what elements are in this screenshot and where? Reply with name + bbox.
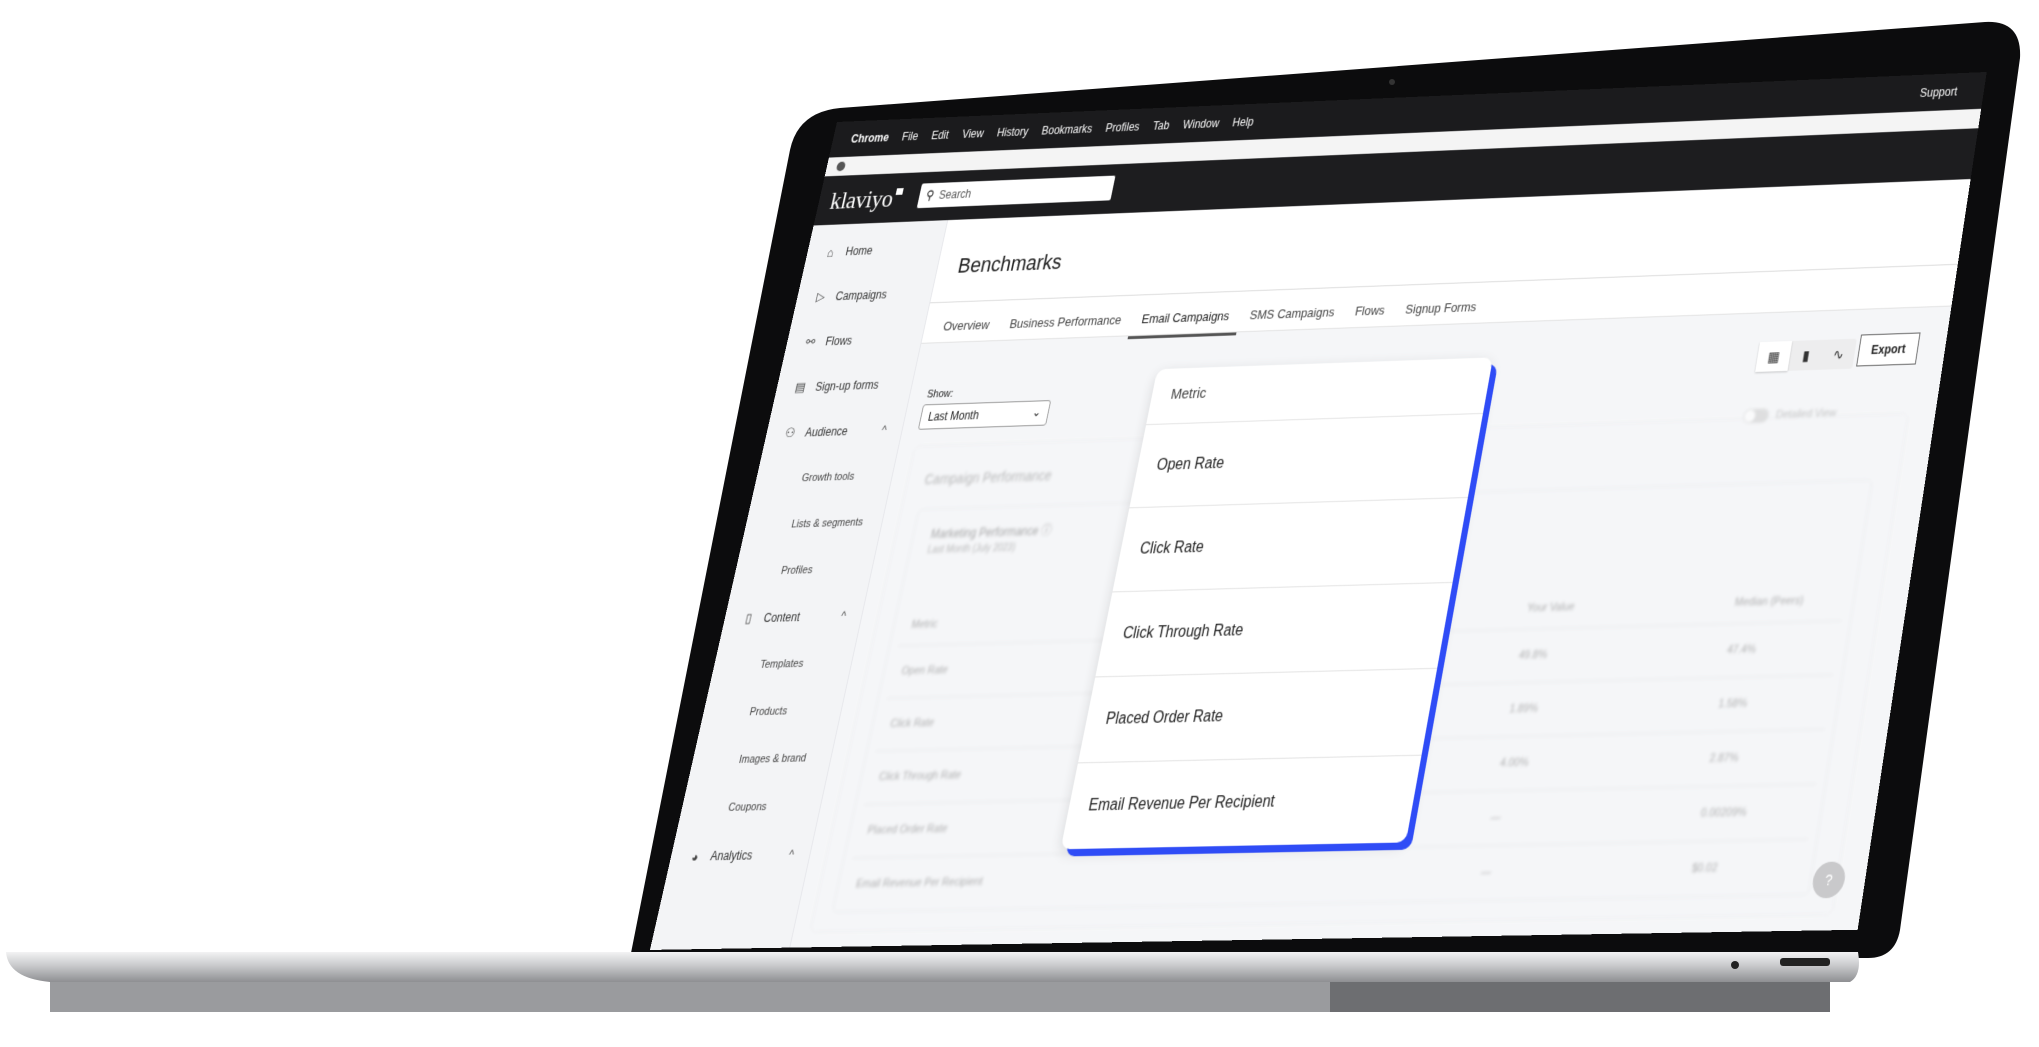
bar-chart-icon[interactable]: ▮	[1787, 340, 1824, 371]
detailed-view-label: Detailed View	[1774, 407, 1838, 422]
table-header: Median (Peers)	[1733, 594, 1805, 609]
sidebar-item-label: Profiles	[779, 564, 814, 578]
dropdown-option[interactable]: Open Rate	[1129, 412, 1484, 508]
sidebar-item-label: Content	[762, 610, 802, 626]
chevron-up-icon[interactable]: ^	[840, 609, 848, 623]
tab-overview[interactable]: Overview	[929, 311, 1002, 346]
view-toggle: ▦ ▮ ∿	[1755, 338, 1857, 372]
send-icon: ▷	[815, 289, 827, 304]
sidebar-item-sign-up-forms[interactable]: ▤ Sign-up forms	[774, 369, 915, 403]
table-cell: —	[1479, 866, 1493, 879]
sidebar-item-label: Audience	[803, 424, 850, 440]
line-chart-icon[interactable]: ∿	[1820, 339, 1857, 370]
tab-business-performance[interactable]: Business Performance	[995, 306, 1134, 344]
table-cell: $0.02	[1690, 861, 1719, 875]
sidebar-item-label: Coupons	[727, 800, 768, 814]
camera-icon	[1389, 79, 1395, 85]
table-cell: Open Rate	[900, 664, 950, 678]
form-icon: ▤	[793, 379, 808, 395]
show-label: Show:	[925, 387, 955, 401]
menu-history[interactable]: History	[996, 125, 1030, 140]
table-cell: 2.87%	[1708, 751, 1740, 765]
sidebar-item-label: Lists & segments	[790, 516, 865, 531]
support-link[interactable]: Support	[1919, 85, 1958, 100]
sidebar-item-flows[interactable]: ⚯ Flows	[784, 324, 925, 358]
klaviyo-logo[interactable]: klaviyo	[827, 185, 896, 216]
search-placeholder: Search	[937, 187, 973, 202]
sidebar-item-label: Growth tools	[800, 470, 856, 485]
table-cell: 4.00%	[1499, 756, 1530, 770]
window-dot-icon[interactable]	[835, 161, 847, 172]
sidebar-item-home[interactable]: ⌂ Home	[804, 233, 944, 267]
table-cell: Placed Order Rate	[866, 822, 949, 837]
table-cell: —	[1489, 811, 1502, 825]
chevron-up-icon[interactable]: ^	[880, 423, 888, 437]
menu-profiles[interactable]: Profiles	[1104, 120, 1140, 135]
card-title: Campaign Performance	[923, 467, 1054, 488]
dropdown-option[interactable]: Click Rate	[1112, 496, 1468, 592]
home-icon: ⌂	[825, 244, 836, 260]
sidebar-item-label: Campaigns	[834, 287, 889, 304]
laptop-base	[6, 952, 1859, 982]
app-screen: Chrome File Edit View History Bookmarks …	[649, 71, 1987, 950]
pie-chart-icon: ◕	[690, 848, 701, 865]
toggle-switch[interactable]	[1742, 408, 1770, 424]
sidebar-item-label: Templates	[758, 657, 805, 671]
table-cell: Click Through Rate	[877, 769, 963, 784]
menu-view[interactable]: View	[961, 127, 985, 141]
section-title: Marketing Performance ⓘ	[929, 523, 1054, 542]
detailed-view-toggle[interactable]: Detailed View	[1742, 406, 1838, 424]
chevron-up-icon[interactable]: ^	[787, 847, 795, 862]
sidebar-item-label: Images & brand	[737, 752, 808, 766]
menu-window[interactable]: Window	[1182, 117, 1221, 132]
table-cell: 1.58%	[1717, 697, 1749, 711]
search-input[interactable]: ⚲ Search	[916, 175, 1116, 209]
date-range-select[interactable]: Last Month ⌄	[917, 400, 1052, 430]
menu-help[interactable]: Help	[1231, 115, 1255, 129]
sidebar-item-label: Home	[844, 243, 875, 259]
table-cell: 49.8%	[1517, 648, 1549, 662]
export-button[interactable]: Export	[1856, 332, 1921, 367]
sidebar-item-label: Analytics	[709, 848, 754, 864]
document-icon: ▯	[743, 610, 754, 626]
people-icon: ⚇	[783, 425, 797, 441]
menu-tab[interactable]: Tab	[1152, 119, 1171, 133]
table-cell: Email Revenue Per Recipient	[854, 875, 984, 891]
table-cell: Click Rate	[889, 716, 936, 731]
sidebar-item-audience[interactable]: ⚇ Audience ^	[763, 415, 905, 449]
menu-file[interactable]: File	[901, 130, 920, 144]
flow-icon: ⚯	[804, 334, 817, 349]
section-subtitle: Last Month (July 2023)	[926, 542, 1017, 556]
table-cell: 1.89%	[1508, 702, 1539, 716]
dropdown-option[interactable]: Email Revenue Per Recipient	[1060, 754, 1422, 850]
tab-flows[interactable]: Flows	[1341, 296, 1398, 331]
menu-edit[interactable]: Edit	[930, 128, 950, 142]
search-icon: ⚲	[924, 187, 936, 203]
sidebar-item-content[interactable]: ▯ Content ^	[721, 600, 864, 634]
table-view-icon[interactable]: ▦	[1755, 340, 1793, 372]
menu-bookmarks[interactable]: Bookmarks	[1040, 122, 1093, 137]
sidebar-item-label: Sign-up forms	[814, 377, 881, 394]
sidebar-item-label: Flows	[824, 333, 854, 349]
tab-bar: Overview Business Performance Email Camp…	[929, 293, 1489, 346]
page-title: Benchmarks	[955, 249, 1065, 278]
dropdown-option[interactable]: Click Through Rate	[1095, 581, 1453, 677]
menu-app-name[interactable]: Chrome	[850, 131, 891, 146]
date-range-value: Last Month	[926, 408, 981, 424]
sidebar-item-campaigns[interactable]: ▷ Campaigns	[794, 278, 935, 312]
tab-signup-forms[interactable]: Signup Forms	[1391, 293, 1489, 330]
dropdown-header: Metric	[1169, 384, 1208, 403]
sidebar-item-label: Products	[748, 705, 789, 719]
tab-sms-campaigns[interactable]: SMS Campaigns	[1236, 298, 1348, 335]
table-header: Metric	[910, 618, 939, 631]
table-header: Your Value	[1526, 600, 1576, 615]
tab-email-campaigns[interactable]: Email Campaigns	[1127, 302, 1243, 340]
table-cell: 47.4%	[1726, 643, 1757, 657]
table-cell: 0.00209%	[1699, 806, 1748, 820]
chevron-down-icon: ⌄	[1031, 405, 1043, 420]
dropdown-option[interactable]: Placed Order Rate	[1078, 667, 1438, 763]
sidebar-item-analytics[interactable]: ◕ Analytics ^	[667, 839, 812, 873]
